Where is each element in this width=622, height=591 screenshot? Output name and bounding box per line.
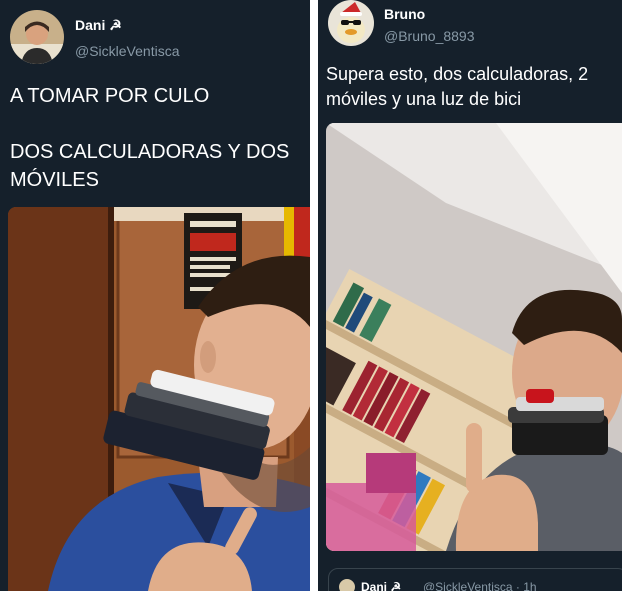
right-tweet-handle[interactable]: @Bruno_8893 — [384, 28, 475, 44]
quoted-tweet-avatar — [339, 579, 355, 591]
right-tweet-avatar[interactable] — [328, 0, 374, 46]
duck-with-sunglasses-icon — [328, 0, 374, 46]
right-tweet: Bruno @Bruno_8893 Supera esto, dos calcu… — [318, 0, 622, 591]
left-tweet-avatar[interactable] — [10, 10, 64, 64]
right-tweet-display-name[interactable]: Bruno — [384, 6, 425, 22]
photo-man-with-calculators-icon — [8, 207, 310, 591]
left-tweet-handle[interactable]: @SickleVentisca — [75, 43, 179, 59]
left-tweet-text: A TOMAR POR CULO DOS CALCULADORAS Y DOS … — [10, 85, 290, 191]
quoted-tweet-card[interactable]: Dani ☭ @SickleVentisca · 1h — [328, 568, 622, 591]
user-avatar-icon — [10, 10, 64, 64]
right-tweet-photo[interactable] — [326, 123, 622, 551]
photo-man-with-bike-light-icon — [326, 123, 622, 551]
quoted-tweet-display-name: Dani ☭ — [361, 580, 402, 591]
quoted-tweet-handle: @SickleVentisca · 1h — [423, 580, 537, 591]
right-tweet-text: Supera esto, dos calculadoras, 2 móviles… — [326, 64, 589, 109]
left-tweet-display-name[interactable]: Dani ☭ — [75, 17, 122, 34]
left-tweet: Dani ☭ @SickleVentisca A TOMAR POR CULO … — [0, 0, 310, 591]
left-tweet-photo[interactable] — [8, 207, 310, 591]
